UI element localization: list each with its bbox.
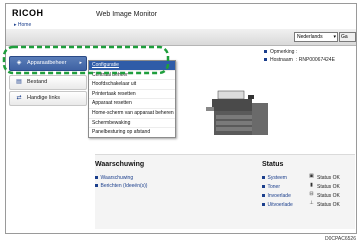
figure-caption: D0CPAC6526 xyxy=(324,236,356,242)
highlight-outline xyxy=(2,45,170,75)
